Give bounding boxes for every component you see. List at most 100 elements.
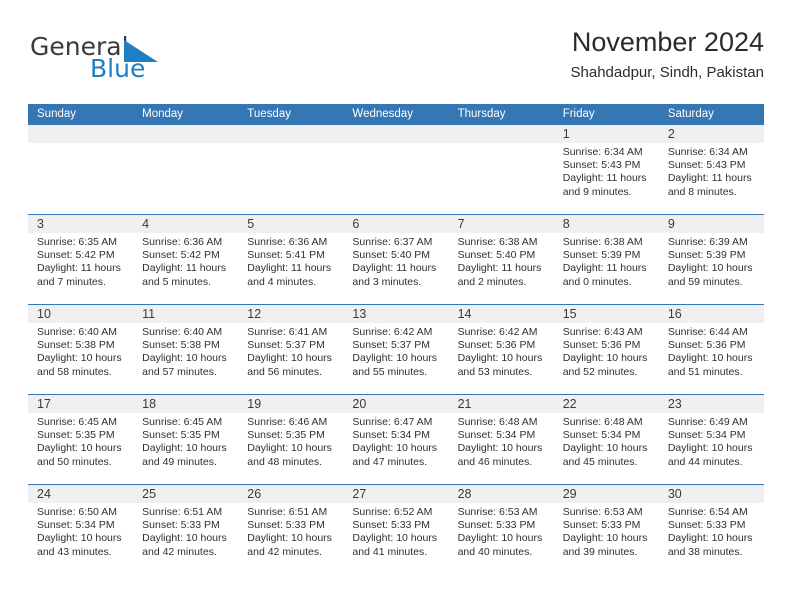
sunrise-text: Sunrise: 6:45 AM: [37, 416, 117, 428]
day-cell[interactable]: Sunrise: 6:53 AM Sunset: 5:33 PM Dayligh…: [554, 503, 659, 574]
day-cell[interactable]: [343, 143, 448, 214]
day-cell[interactable]: Sunrise: 6:41 AM Sunset: 5:37 PM Dayligh…: [238, 323, 343, 394]
daylight-text-line2: and 4 minutes.: [247, 275, 317, 288]
day-number[interactable]: [449, 125, 554, 143]
day-number[interactable]: 3: [28, 215, 133, 233]
day-number[interactable]: 18: [133, 395, 238, 413]
day-cell[interactable]: Sunrise: 6:38 AM Sunset: 5:39 PM Dayligh…: [554, 233, 659, 304]
day-number[interactable]: [28, 125, 133, 143]
day-number[interactable]: 7: [449, 215, 554, 233]
sunrise-text: Sunrise: 6:45 AM: [142, 416, 223, 428]
generalblue-logo[interactable]: General Blue: [28, 26, 258, 88]
day-number[interactable]: 11: [133, 305, 238, 323]
daylight-text-line2: and 38 minutes.: [667, 545, 743, 558]
day-number[interactable]: 12: [238, 305, 343, 323]
week-body-row: Sunrise: 6:45 AM Sunset: 5:35 PM Dayligh…: [28, 413, 764, 484]
day-cell[interactable]: Sunrise: 6:44 AM Sunset: 5:36 PM Dayligh…: [659, 323, 764, 394]
day-number[interactable]: [238, 125, 343, 143]
day-cell[interactable]: Sunrise: 6:37 AM Sunset: 5:40 PM Dayligh…: [343, 233, 448, 304]
daylight-text-line2: and 5 minutes.: [142, 275, 212, 288]
day-number[interactable]: 24: [28, 485, 133, 503]
daylight-text-line2: and 46 minutes.: [457, 455, 533, 468]
day-cell[interactable]: Sunrise: 6:48 AM Sunset: 5:34 PM Dayligh…: [554, 413, 659, 484]
day-number[interactable]: 1: [554, 125, 659, 143]
day-cell[interactable]: Sunrise: 6:45 AM Sunset: 5:35 PM Dayligh…: [28, 413, 133, 484]
daylight-text-line2: and 49 minutes.: [142, 455, 217, 468]
day-number[interactable]: 20: [343, 395, 448, 413]
day-number[interactable]: 29: [554, 485, 659, 503]
sunrise-text: Sunrise: 6:44 AM: [667, 326, 748, 338]
day-cell[interactable]: Sunrise: 6:49 AM Sunset: 5:34 PM Dayligh…: [659, 413, 764, 484]
day-number[interactable]: 25: [133, 485, 238, 503]
sunset-text: Sunset: 5:37 PM: [352, 339, 431, 352]
calendar-week-row: 24 25 26 27 28 29 30 Sunrise: 6:50 AM Su…: [28, 484, 764, 574]
week-body-row: Sunrise: 6:35 AM Sunset: 5:42 PM Dayligh…: [28, 233, 764, 304]
week-body-row: Sunrise: 6:50 AM Sunset: 5:34 PM Dayligh…: [28, 503, 764, 574]
day-cell[interactable]: Sunrise: 6:50 AM Sunset: 5:34 PM Dayligh…: [28, 503, 133, 574]
day-number[interactable]: 30: [659, 485, 764, 503]
page-header: General Blue November 2024 Shahdadpur, S…: [28, 26, 764, 98]
page-subtitle-location: Shahdadpur, Sindh, Pakistan: [570, 64, 764, 81]
day-cell[interactable]: [238, 143, 343, 214]
day-cell[interactable]: Sunrise: 6:53 AM Sunset: 5:33 PM Dayligh…: [449, 503, 554, 574]
day-cell[interactable]: Sunrise: 6:40 AM Sunset: 5:38 PM Dayligh…: [28, 323, 133, 394]
day-number[interactable]: [133, 125, 238, 143]
daylight-text-line2: and 42 minutes.: [247, 545, 322, 558]
sunrise-text: Sunrise: 6:36 AM: [142, 236, 223, 248]
day-number[interactable]: 22: [554, 395, 659, 413]
day-number[interactable]: [343, 125, 448, 143]
day-cell[interactable]: Sunrise: 6:51 AM Sunset: 5:33 PM Dayligh…: [238, 503, 343, 574]
day-number[interactable]: 2: [659, 125, 764, 143]
daylight-text-line2: and 59 minutes.: [667, 275, 743, 288]
day-cell[interactable]: Sunrise: 6:34 AM Sunset: 5:43 PM Dayligh…: [554, 143, 659, 214]
day-number[interactable]: 17: [28, 395, 133, 413]
day-cell[interactable]: Sunrise: 6:34 AM Sunset: 5:43 PM Dayligh…: [659, 143, 764, 214]
day-number[interactable]: 14: [449, 305, 554, 323]
daylight-text-line1: Daylight: 10 hours: [562, 442, 648, 455]
daylight-text-line2: and 41 minutes.: [352, 545, 428, 558]
week-number-strip: 24 25 26 27 28 29 30: [28, 485, 764, 503]
day-cell[interactable]: Sunrise: 6:42 AM Sunset: 5:37 PM Dayligh…: [343, 323, 448, 394]
sunrise-text: Sunrise: 6:51 AM: [142, 506, 223, 518]
day-cell[interactable]: Sunrise: 6:40 AM Sunset: 5:38 PM Dayligh…: [133, 323, 238, 394]
day-number[interactable]: 13: [343, 305, 448, 323]
day-number[interactable]: 27: [343, 485, 448, 503]
day-number[interactable]: 10: [28, 305, 133, 323]
day-number[interactable]: 4: [133, 215, 238, 233]
day-cell[interactable]: Sunrise: 6:35 AM Sunset: 5:42 PM Dayligh…: [28, 233, 133, 304]
day-number[interactable]: 28: [449, 485, 554, 503]
day-number[interactable]: 5: [238, 215, 343, 233]
day-cell[interactable]: Sunrise: 6:42 AM Sunset: 5:36 PM Dayligh…: [449, 323, 554, 394]
sunset-text: Sunset: 5:42 PM: [37, 249, 115, 262]
day-cell[interactable]: Sunrise: 6:45 AM Sunset: 5:35 PM Dayligh…: [133, 413, 238, 484]
daylight-text-line2: and 47 minutes.: [352, 455, 428, 468]
day-number[interactable]: 6: [343, 215, 448, 233]
day-cell[interactable]: Sunrise: 6:54 AM Sunset: 5:33 PM Dayligh…: [659, 503, 764, 574]
sunset-text: Sunset: 5:35 PM: [142, 429, 220, 442]
week-number-strip: 1 2: [28, 125, 764, 143]
day-cell[interactable]: [28, 143, 133, 214]
day-number[interactable]: 8: [554, 215, 659, 233]
day-cell[interactable]: Sunrise: 6:39 AM Sunset: 5:39 PM Dayligh…: [659, 233, 764, 304]
day-cell[interactable]: Sunrise: 6:51 AM Sunset: 5:33 PM Dayligh…: [133, 503, 238, 574]
day-number[interactable]: 16: [659, 305, 764, 323]
day-number[interactable]: 21: [449, 395, 554, 413]
day-cell[interactable]: Sunrise: 6:52 AM Sunset: 5:33 PM Dayligh…: [343, 503, 448, 574]
sunrise-text: Sunrise: 6:38 AM: [562, 236, 643, 248]
day-number[interactable]: 23: [659, 395, 764, 413]
day-cell[interactable]: Sunrise: 6:46 AM Sunset: 5:35 PM Dayligh…: [238, 413, 343, 484]
day-number[interactable]: 19: [238, 395, 343, 413]
day-number[interactable]: 26: [238, 485, 343, 503]
day-cell[interactable]: Sunrise: 6:38 AM Sunset: 5:40 PM Dayligh…: [449, 233, 554, 304]
day-cell[interactable]: Sunrise: 6:36 AM Sunset: 5:41 PM Dayligh…: [238, 233, 343, 304]
day-cell[interactable]: [449, 143, 554, 214]
day-cell[interactable]: Sunrise: 6:48 AM Sunset: 5:34 PM Dayligh…: [449, 413, 554, 484]
day-cell[interactable]: Sunrise: 6:43 AM Sunset: 5:36 PM Dayligh…: [554, 323, 659, 394]
day-cell[interactable]: Sunrise: 6:47 AM Sunset: 5:34 PM Dayligh…: [343, 413, 448, 484]
day-number[interactable]: 9: [659, 215, 764, 233]
day-number[interactable]: 15: [554, 305, 659, 323]
daylight-text-line1: Daylight: 10 hours: [667, 532, 753, 545]
day-cell[interactable]: [133, 143, 238, 214]
sunrise-text: Sunrise: 6:53 AM: [562, 506, 643, 518]
day-cell[interactable]: Sunrise: 6:36 AM Sunset: 5:42 PM Dayligh…: [133, 233, 238, 304]
